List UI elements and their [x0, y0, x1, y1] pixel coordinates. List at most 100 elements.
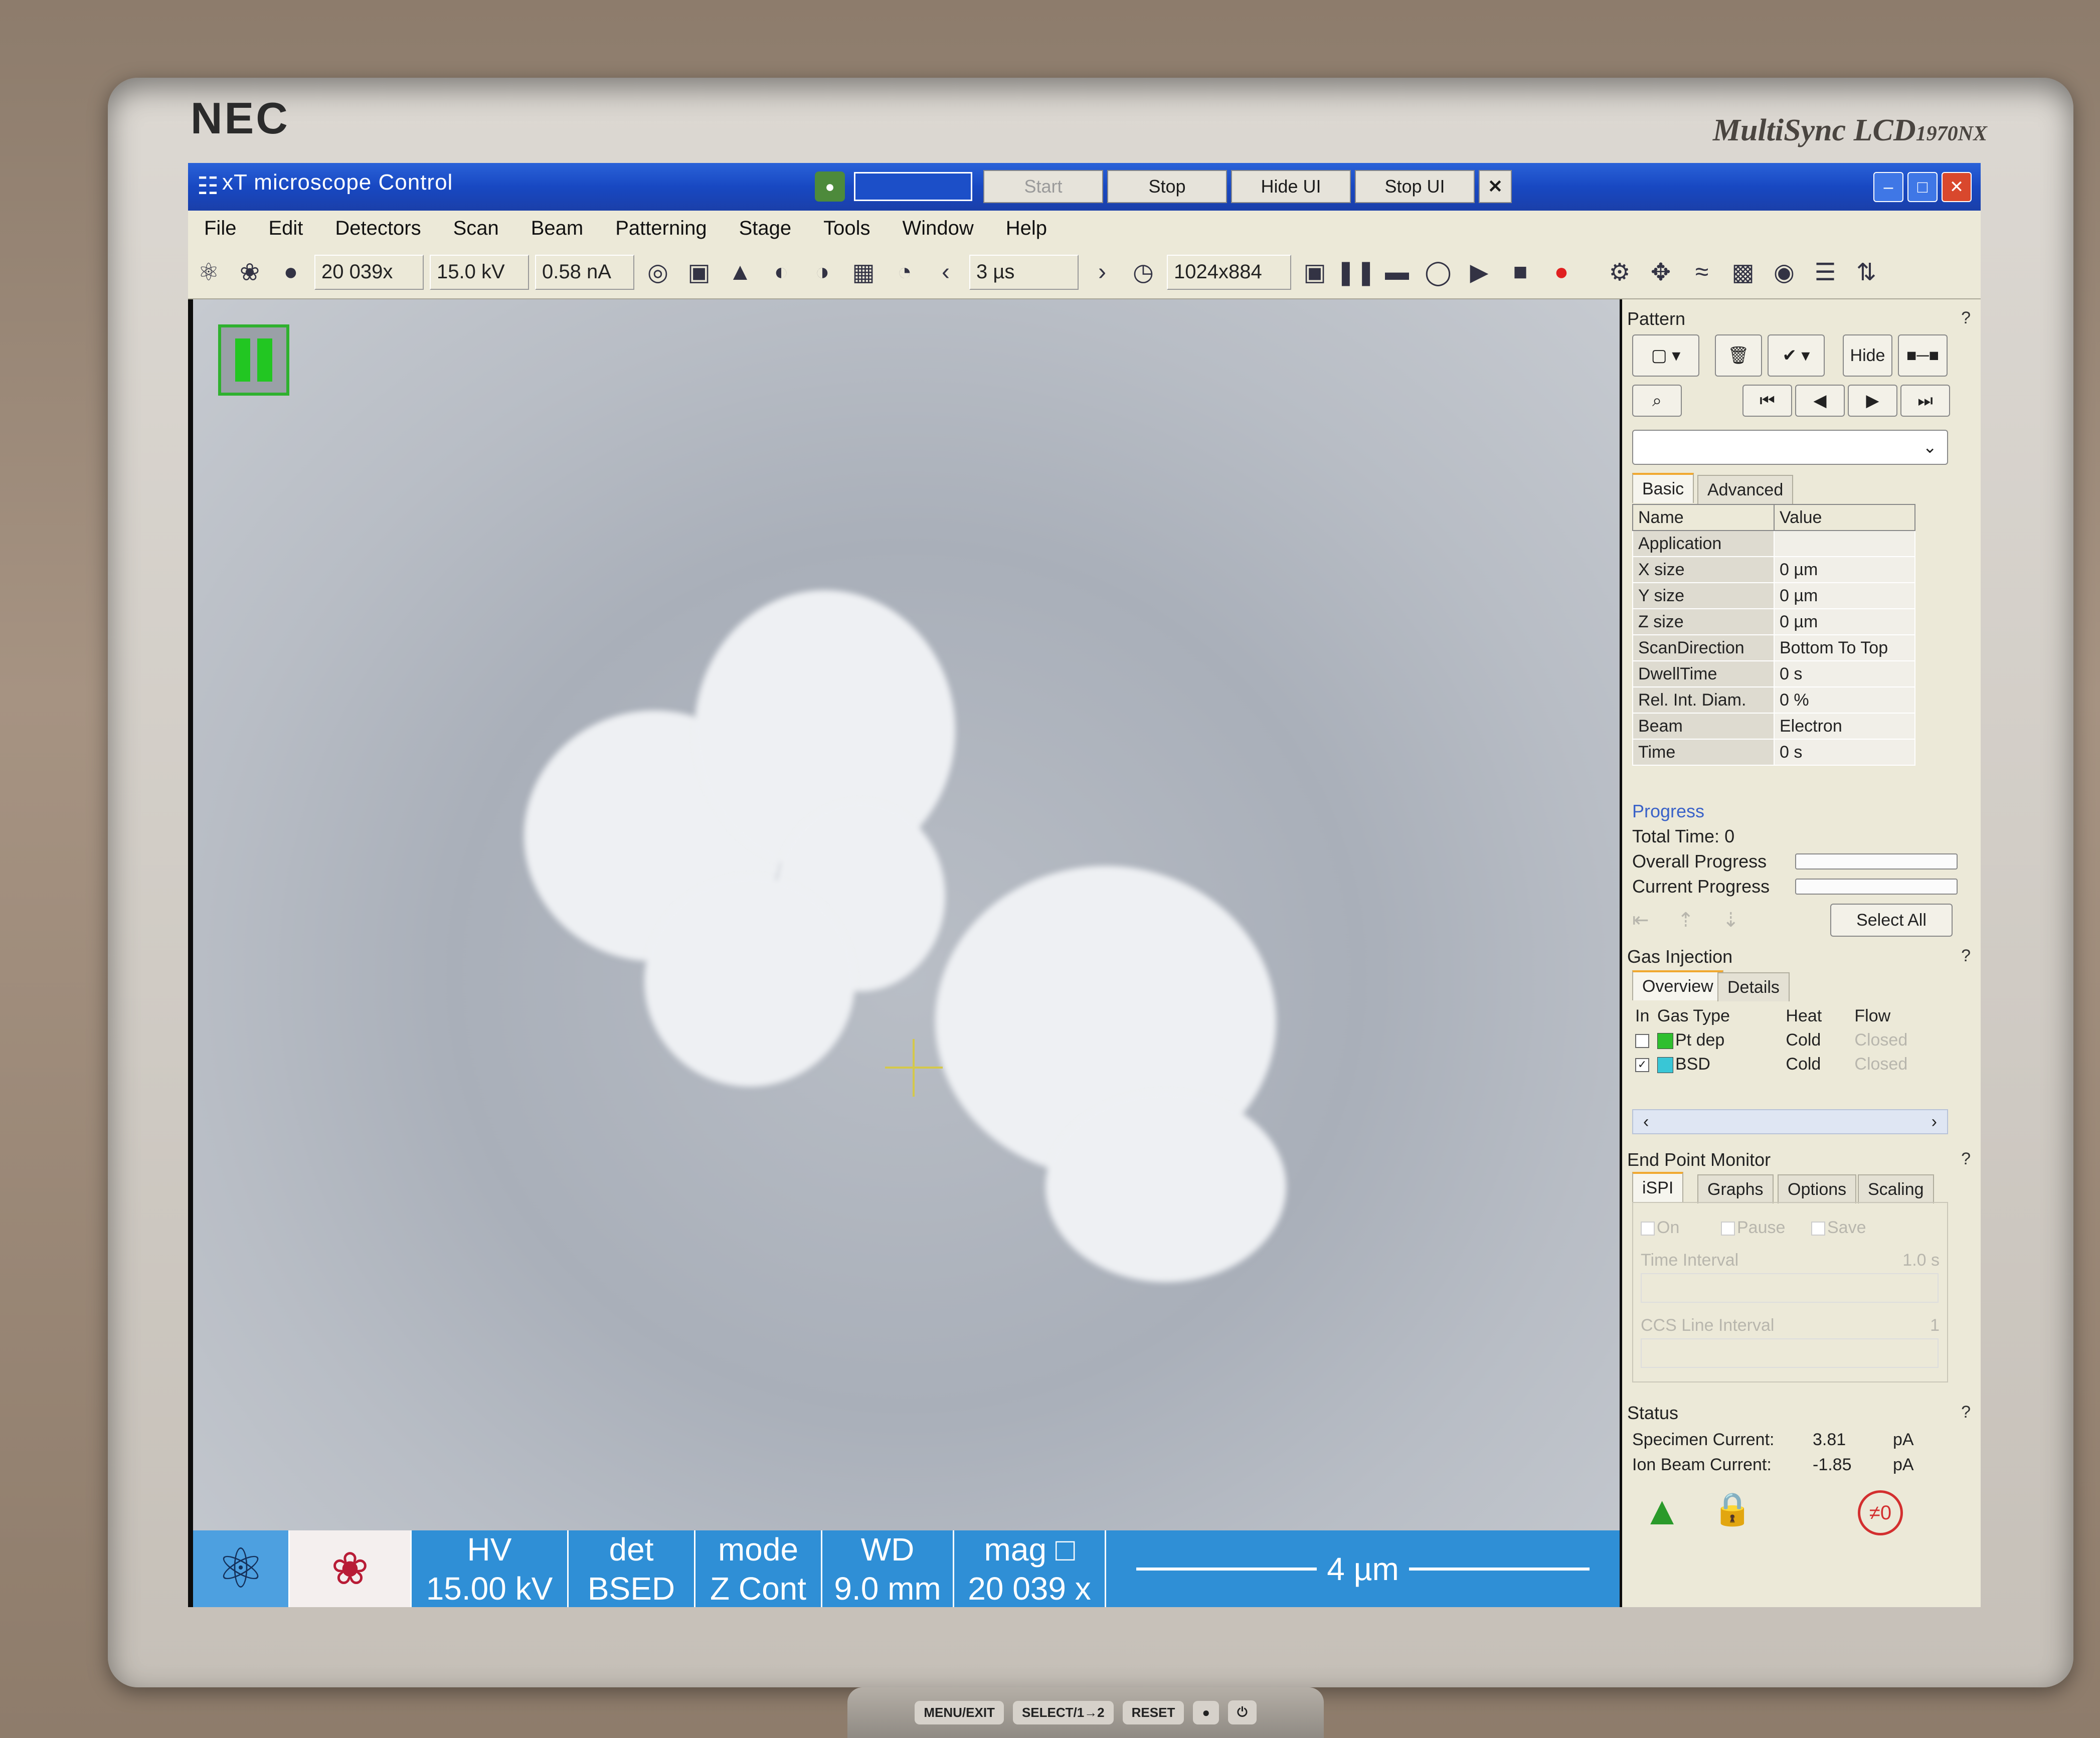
resolution-field[interactable]: 1024x884 — [1167, 254, 1291, 290]
hide-ui-button[interactable]: Hide UI — [1231, 170, 1351, 203]
wave-icon[interactable]: ≈ — [1684, 255, 1719, 290]
microscope-icon[interactable]: ▲ — [1642, 1488, 1682, 1534]
prev-icon[interactable]: ◀ — [1795, 385, 1845, 417]
clock-icon[interactable]: ◷ — [1126, 255, 1161, 290]
first-icon[interactable]: ⏮ — [1742, 385, 1792, 417]
gas-injection-help[interactable]: ? — [1961, 946, 1971, 966]
gear-icon[interactable]: ⚙ — [1602, 255, 1637, 290]
hide-pattern-button[interactable]: Hide — [1843, 334, 1892, 377]
select-button[interactable]: SELECT/1→2 — [1012, 1700, 1114, 1724]
tab-options[interactable]: Options — [1778, 1174, 1857, 1203]
prop-value[interactable]: 0 s — [1774, 660, 1915, 687]
tab-graphs[interactable]: Graphs — [1697, 1174, 1774, 1203]
tab-ispi[interactable]: iSPI — [1632, 1172, 1684, 1202]
menu-edit[interactable]: Edit — [252, 217, 319, 240]
end-point-help[interactable]: ? — [1961, 1149, 1971, 1169]
table-row[interactable]: Pt dep Cold Closed — [1632, 1028, 1948, 1052]
voltage-field[interactable]: 15.0 kV — [430, 254, 529, 290]
prop-value[interactable]: Bottom To Top — [1774, 634, 1915, 661]
prop-value[interactable]: Electron — [1774, 713, 1915, 740]
table-row[interactable]: Time 0 s — [1632, 739, 1915, 766]
zoom-icon[interactable]: ⌕ — [1632, 385, 1682, 417]
maximize-icon[interactable]: □ — [1907, 172, 1938, 202]
trash-icon[interactable]: 🗑 — [1715, 334, 1762, 377]
prop-value[interactable]: 0 µm — [1774, 556, 1915, 583]
menu-window[interactable]: Window — [887, 217, 990, 240]
camera-icon[interactable]: ▣ — [1297, 255, 1332, 290]
record-icon[interactable]: ● — [1544, 255, 1579, 290]
sliders-icon[interactable]: ⇅ — [1849, 255, 1884, 290]
menu-help[interactable]: Help — [990, 217, 1063, 240]
check-icon[interactable]: ✔ ▾ — [1768, 334, 1825, 377]
table-row[interactable]: DwellTime 0 s — [1632, 660, 1915, 687]
prop-value[interactable]: 0 s — [1774, 739, 1915, 766]
magnification-field[interactable]: 20 039x — [314, 254, 424, 290]
menu-detectors[interactable]: Detectors — [319, 217, 437, 240]
zero-reset-icon[interactable]: ≠0 — [1858, 1490, 1903, 1535]
align-bottom-icon[interactable]: ⇣ — [1722, 909, 1739, 932]
pause-checkbox[interactable]: Pause — [1721, 1218, 1785, 1238]
pattern-help[interactable]: ? — [1961, 308, 1971, 328]
table-row[interactable]: Y size 0 µm — [1632, 582, 1915, 609]
select-all-button[interactable]: Select All — [1830, 904, 1953, 937]
tab-basic[interactable]: Basic — [1632, 473, 1694, 503]
chevron-left-icon[interactable]: ‹ — [928, 255, 963, 290]
electron-beam-icon[interactable]: ⚛ — [191, 255, 226, 290]
lock-icon[interactable]: 🔒 — [1712, 1490, 1753, 1528]
last-icon[interactable]: ⏭ — [1900, 385, 1950, 417]
align-top-icon[interactable]: ⇡ — [1677, 909, 1694, 932]
target-icon[interactable]: ◎ — [640, 255, 675, 290]
table-row[interactable]: Rel. Int. Diam. 0 % — [1632, 686, 1915, 714]
table-row[interactable]: ScanDirection Bottom To Top — [1632, 634, 1915, 661]
scan-speed-icon[interactable]: ◔ — [887, 255, 922, 290]
time-interval-slider[interactable] — [1641, 1273, 1939, 1303]
rectangle-tool-button[interactable]: ▢ ▾ — [1632, 334, 1699, 377]
tab-advanced[interactable]: Advanced — [1697, 475, 1794, 504]
alignment-icon[interactable]: ☰ — [1808, 255, 1843, 290]
table-row[interactable]: X size 0 µm — [1632, 556, 1915, 583]
tab-scaling[interactable]: Scaling — [1858, 1174, 1934, 1203]
ruler-icon[interactable]: ▬ — [1379, 255, 1415, 290]
power-button[interactable]: ⏻ — [1228, 1700, 1257, 1724]
prop-value[interactable]: 0 µm — [1774, 582, 1915, 609]
contrast-icon[interactable]: ◐ — [764, 255, 799, 290]
table-row[interactable]: ✓ BSD Cold Closed — [1632, 1052, 1948, 1076]
next-icon[interactable]: ▶ — [1848, 385, 1897, 417]
chevron-right-icon[interactable]: › — [1085, 255, 1120, 290]
reset-button[interactable]: RESET — [1122, 1700, 1184, 1724]
menu-beam[interactable]: Beam — [515, 217, 600, 240]
menu-scan[interactable]: Scan — [437, 217, 515, 240]
save-checkbox[interactable]: Save — [1811, 1218, 1866, 1238]
align-left-icon[interactable]: ⇤ — [1632, 909, 1649, 932]
stop-ui-button[interactable]: Stop UI — [1355, 170, 1475, 203]
ccs-line-slider[interactable] — [1641, 1338, 1939, 1368]
ion-beam-icon[interactable]: ❀ — [232, 255, 267, 290]
close-icon[interactable]: ✕ — [1942, 172, 1972, 202]
chevron-left-icon[interactable]: ‹ — [1643, 1112, 1649, 1132]
play-icon[interactable]: ▶ — [1462, 255, 1497, 290]
menu-patterning[interactable]: Patterning — [599, 217, 723, 240]
menu-file[interactable]: File — [188, 217, 252, 240]
gas-checkbox[interactable] — [1632, 1028, 1654, 1052]
stigmator-icon[interactable]: ▲ — [723, 255, 758, 290]
prop-value[interactable]: 0 % — [1774, 686, 1915, 714]
prop-value[interactable] — [1774, 530, 1915, 557]
brightness-icon[interactable]: ◑ — [805, 255, 840, 290]
table-row[interactable]: Z size 0 µm — [1632, 608, 1915, 635]
chevron-right-icon[interactable]: › — [1932, 1112, 1937, 1132]
checkbox-icon[interactable]: □ — [1056, 1531, 1075, 1568]
gas-horizontal-scrollbar[interactable]: ‹ › — [1632, 1109, 1948, 1134]
on-checkbox[interactable]: On — [1641, 1218, 1679, 1238]
reduced-area-icon[interactable]: ▣ — [681, 255, 717, 290]
close-ui-button[interactable]: ✕ — [1479, 170, 1512, 203]
stop-button[interactable]: Stop — [1107, 170, 1227, 203]
tab-overview[interactable]: Overview — [1632, 970, 1723, 1000]
sem-image-view[interactable] — [193, 299, 1620, 1530]
dwell-time-field[interactable]: 3 µs — [969, 254, 1079, 290]
prop-value[interactable]: 0 µm — [1774, 608, 1915, 635]
layout-icon[interactable]: ▩ — [1725, 255, 1761, 290]
gas-checkbox[interactable]: ✓ — [1632, 1052, 1654, 1076]
lamp-icon[interactable]: ● — [273, 255, 308, 290]
image-icon[interactable]: ▦ — [846, 255, 881, 290]
minimize-icon[interactable]: – — [1873, 172, 1903, 202]
